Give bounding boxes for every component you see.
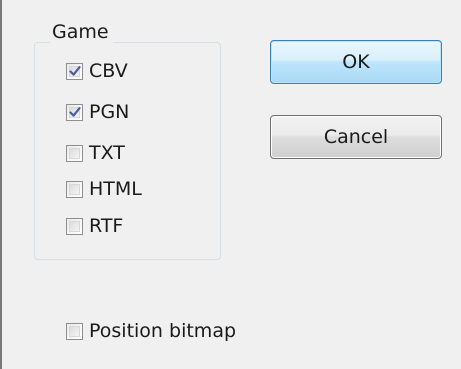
checkbox-html[interactable]: HTML	[66, 176, 142, 202]
checkbox-label: TXT	[89, 142, 125, 164]
checkbox-position-bitmap[interactable]: Position bitmap	[66, 318, 236, 344]
cancel-button[interactable]: Cancel	[270, 115, 442, 159]
checkbox-box[interactable]	[66, 217, 83, 235]
game-groupbox-title: Game	[50, 20, 113, 44]
checkbox-cbv[interactable]: CBV	[66, 58, 128, 84]
checkbox-label: CBV	[89, 60, 128, 82]
check-mark-icon	[68, 107, 81, 117]
checkbox-box[interactable]	[66, 180, 83, 198]
checkbox-box[interactable]	[66, 144, 83, 162]
checkbox-box[interactable]	[66, 103, 83, 121]
checkbox-label: PGN	[89, 101, 130, 123]
checkbox-box[interactable]	[66, 62, 83, 80]
export-dialog: Game CBV PGN TXT HTML RTF Position bitma…	[0, 0, 461, 369]
checkbox-box[interactable]	[66, 322, 83, 340]
checkbox-label: RTF	[89, 215, 124, 237]
checkbox-txt[interactable]: TXT	[66, 140, 125, 166]
checkbox-label: HTML	[89, 178, 142, 200]
checkbox-pgn[interactable]: PGN	[66, 99, 129, 125]
checkbox-label: Position bitmap	[89, 320, 237, 342]
checkbox-rtf[interactable]: RTF	[66, 213, 123, 239]
window-left-border	[0, 0, 2, 369]
ok-button[interactable]: OK	[270, 40, 442, 84]
check-mark-icon	[68, 66, 81, 76]
